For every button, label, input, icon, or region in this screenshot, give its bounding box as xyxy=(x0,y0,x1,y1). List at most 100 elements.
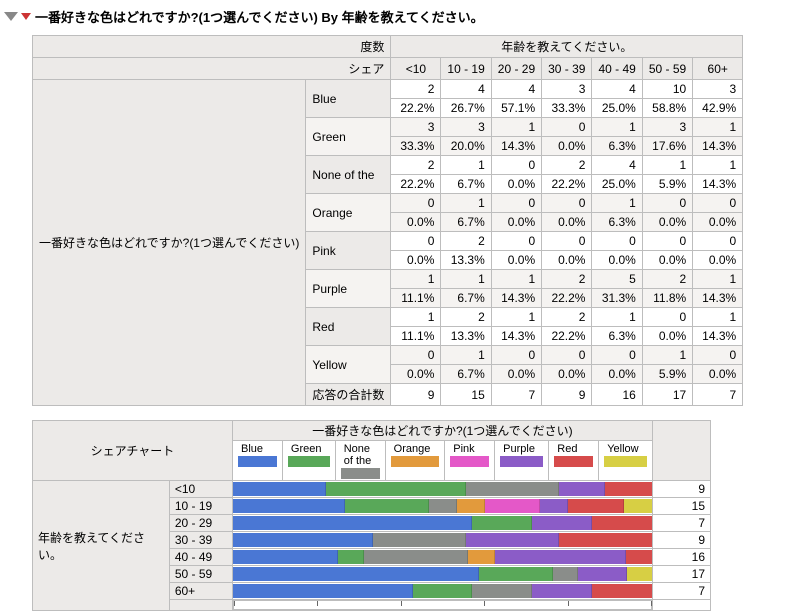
hdr-count: 度数 xyxy=(33,36,391,58)
color-row-label: Red xyxy=(306,308,391,346)
cell-count: 1 xyxy=(693,156,743,175)
cell-pct: 6.3% xyxy=(592,327,642,346)
cell-count: 4 xyxy=(491,80,541,99)
age-group-label: 年齢を教えてください。 xyxy=(33,481,170,611)
bar-segment xyxy=(326,482,466,496)
bar-segment xyxy=(413,584,473,598)
cell-pct: 6.3% xyxy=(592,213,642,232)
cell-total: 7 xyxy=(693,384,743,406)
cell-pct: 11.1% xyxy=(391,289,441,308)
cell-pct: 13.3% xyxy=(441,251,491,270)
bar-segment xyxy=(373,533,466,547)
cell-count: 3 xyxy=(542,80,592,99)
bar-segment xyxy=(532,584,592,598)
legend-item: Green xyxy=(282,441,335,481)
cell-total: 16 xyxy=(592,384,642,406)
cell-pct: 22.2% xyxy=(542,175,592,194)
cell-count: 0 xyxy=(592,232,642,251)
stacked-bar xyxy=(233,515,653,532)
cell-pct: 20.0% xyxy=(441,137,491,156)
cell-count: 2 xyxy=(542,270,592,289)
cell-count: 5 xyxy=(592,270,642,289)
cell-count: 2 xyxy=(542,308,592,327)
cell-pct: 0.0% xyxy=(693,251,743,270)
cell-count: 1 xyxy=(642,156,692,175)
cell-count: 1 xyxy=(592,118,642,137)
cell-pct: 58.8% xyxy=(642,99,692,118)
cell-count: 0 xyxy=(642,194,692,213)
color-row-label: Yellow xyxy=(306,346,391,384)
bar-segment xyxy=(233,550,338,564)
cell-count: 1 xyxy=(491,308,541,327)
cell-pct: 14.3% xyxy=(693,327,743,346)
disclosure-triangle-icon[interactable] xyxy=(4,12,18,21)
cell-pct: 0.0% xyxy=(592,251,642,270)
cell-count: 0 xyxy=(693,346,743,365)
cell-pct: 14.3% xyxy=(693,175,743,194)
cell-pct: 25.0% xyxy=(592,99,642,118)
cell-count: 4 xyxy=(592,80,642,99)
bar-segment xyxy=(532,516,592,530)
cell-pct: 31.3% xyxy=(592,289,642,308)
cell-pct: 14.3% xyxy=(693,289,743,308)
cell-count: 0 xyxy=(491,346,541,365)
bar-segment xyxy=(466,533,559,547)
cell-pct: 6.3% xyxy=(592,137,642,156)
row-total: 9 xyxy=(653,481,711,498)
bar-segment xyxy=(233,499,345,513)
cell-pct: 0.0% xyxy=(592,365,642,384)
sharechart-label: シェアチャート xyxy=(33,421,233,481)
cell-count: 0 xyxy=(391,232,441,251)
cell-pct: 5.9% xyxy=(642,365,692,384)
hotspot-triangle-icon[interactable] xyxy=(21,13,31,20)
bar-segment xyxy=(233,567,479,581)
row-total: 9 xyxy=(653,532,711,549)
cell-count: 1 xyxy=(391,270,441,289)
cell-count: 1 xyxy=(441,156,491,175)
col-age: 10 - 19 xyxy=(441,58,491,80)
stacked-bar xyxy=(233,498,653,515)
cell-total: 15 xyxy=(441,384,491,406)
cell-pct: 6.7% xyxy=(441,365,491,384)
row-total: 17 xyxy=(653,566,711,583)
age-row-label: <10 xyxy=(169,481,232,498)
cell-pct: 11.8% xyxy=(642,289,692,308)
cell-pct: 0.0% xyxy=(642,327,692,346)
cell-count: 1 xyxy=(592,194,642,213)
cell-pct: 14.3% xyxy=(491,327,541,346)
cell-total: 17 xyxy=(642,384,692,406)
stacked-bar xyxy=(233,566,653,583)
legend-item: Red xyxy=(549,441,599,481)
bar-segment xyxy=(233,482,326,496)
age-row-label: 30 - 39 xyxy=(169,532,232,549)
col-age: 50 - 59 xyxy=(642,58,692,80)
color-row-label: Green xyxy=(306,118,391,156)
cell-count: 1 xyxy=(592,308,642,327)
cell-pct: 0.0% xyxy=(642,251,692,270)
row-total: 16 xyxy=(653,549,711,566)
cell-count: 0 xyxy=(542,194,592,213)
cell-pct: 0.0% xyxy=(542,213,592,232)
cell-pct: 42.9% xyxy=(693,99,743,118)
cell-count: 2 xyxy=(441,232,491,251)
cell-count: 1 xyxy=(441,194,491,213)
cell-pct: 0.0% xyxy=(491,365,541,384)
cell-count: 4 xyxy=(592,156,642,175)
bar-segment xyxy=(233,516,472,530)
cell-pct: 22.2% xyxy=(391,175,441,194)
bar-segment xyxy=(345,499,429,513)
cell-pct: 0.0% xyxy=(542,137,592,156)
cell-pct: 11.1% xyxy=(391,327,441,346)
cell-count: 0 xyxy=(693,232,743,251)
stacked-bar xyxy=(233,481,653,498)
cell-count: 2 xyxy=(642,270,692,289)
bar-segment xyxy=(472,516,532,530)
question-label: 一番好きな色はどれですか?(1つ選んでください) xyxy=(233,421,653,441)
bar-segment xyxy=(626,550,652,564)
bar-segment xyxy=(559,533,652,547)
section-header[interactable]: 一番好きな色はどれですか?(1つ選んでください) By 年齢を教えてください。 xyxy=(4,4,800,29)
stacked-bar xyxy=(233,583,653,600)
bar-segment xyxy=(627,567,652,581)
col-age: 40 - 49 xyxy=(592,58,642,80)
col-age: 20 - 29 xyxy=(491,58,541,80)
